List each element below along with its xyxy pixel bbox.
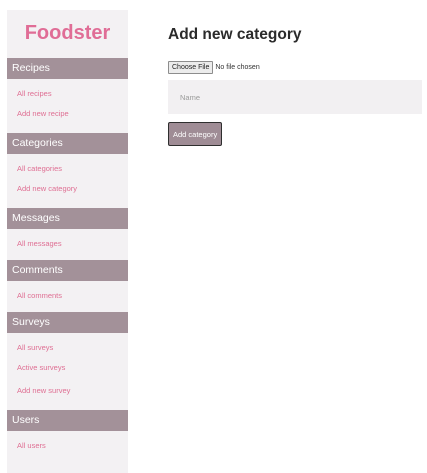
page-title: Add new category xyxy=(168,26,302,43)
nav-link-all-categories[interactable]: All categories xyxy=(7,160,128,177)
section-header-recipes: Recipes xyxy=(7,58,128,79)
nav-link-add-new-survey[interactable]: Add new survey xyxy=(7,379,128,402)
section-header-users: Users xyxy=(7,410,128,431)
nav-link-all-comments[interactable]: All comments xyxy=(7,287,128,304)
nav-link-add-new-category[interactable]: Add new category xyxy=(7,177,128,200)
sidebar: Foodster Recipes All recipes Add new rec… xyxy=(7,10,128,473)
surveys-links: All surveys Active surveys Add new surve… xyxy=(7,333,128,410)
messages-links: All messages xyxy=(7,229,128,260)
users-links: All users xyxy=(7,431,128,462)
section-users: Users All users xyxy=(7,410,128,462)
section-header-comments: Comments xyxy=(7,260,128,281)
nav-link-active-surveys[interactable]: Active surveys xyxy=(7,356,128,379)
nav-link-add-new-recipe[interactable]: Add new recipe xyxy=(7,102,128,125)
brand-logo[interactable]: Foodster xyxy=(7,10,128,58)
name-input[interactable] xyxy=(168,80,422,114)
comments-links: All comments xyxy=(7,281,128,312)
file-upload: Choose File No file chosen xyxy=(168,61,260,74)
section-header-categories: Categories xyxy=(7,133,128,154)
section-header-messages: Messages xyxy=(7,208,128,229)
categories-links: All categories Add new category xyxy=(7,154,128,208)
section-recipes: Recipes All recipes Add new recipe xyxy=(7,58,128,133)
section-comments: Comments All comments xyxy=(7,260,128,312)
nav-link-all-users[interactable]: All users xyxy=(7,437,128,454)
file-status-text: No file chosen xyxy=(215,64,260,71)
section-messages: Messages All messages xyxy=(7,208,128,260)
add-category-button[interactable]: Add category xyxy=(168,122,223,146)
nav-link-all-recipes[interactable]: All recipes xyxy=(7,85,128,102)
recipes-links: All recipes Add new recipe xyxy=(7,79,128,133)
nav-link-all-messages[interactable]: All messages xyxy=(7,235,128,252)
section-header-surveys: Surveys xyxy=(7,312,128,333)
section-surveys: Surveys All surveys Active surveys Add n… xyxy=(7,312,128,410)
choose-file-button[interactable]: Choose File xyxy=(168,61,214,74)
nav-link-all-surveys[interactable]: All surveys xyxy=(7,339,128,356)
section-categories: Categories All categories Add new catego… xyxy=(7,133,128,208)
